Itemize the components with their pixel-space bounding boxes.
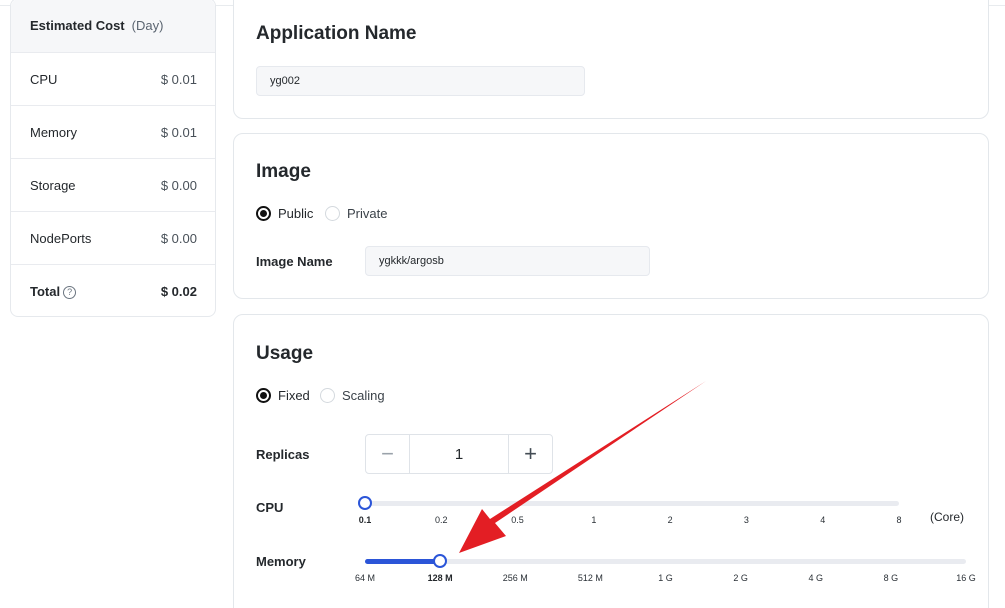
cost-row-storage: Storage $ 0.00 — [11, 159, 215, 212]
radio-unchecked-icon — [325, 206, 340, 221]
image-card: Image Public Private Image Name ygkkk/ar… — [233, 133, 989, 299]
slider-tick-label[interactable]: 3 — [744, 515, 749, 525]
cost-label: Storage — [30, 177, 76, 193]
replicas-stepper: − 1 + — [365, 434, 553, 474]
application-name-card: Application Name yg002 — [233, 0, 989, 119]
radio-public[interactable]: Public — [256, 206, 313, 221]
slider-tick-label[interactable]: 4 — [820, 515, 825, 525]
replicas-value-input[interactable]: 1 — [410, 435, 508, 473]
slider-track[interactable] — [365, 501, 899, 506]
slider-tick-label[interactable]: 1 — [591, 515, 596, 525]
slider-tick-label[interactable]: 1 G — [658, 573, 673, 583]
replicas-decrement-button[interactable]: − — [366, 435, 410, 473]
estimated-cost-period: (Day) — [131, 18, 164, 33]
slider-thumb[interactable] — [433, 554, 448, 568]
cost-row-total: Total? $ 0.02 — [11, 265, 215, 318]
slider-tick-label[interactable]: 4 G — [808, 573, 823, 583]
radio-scaling-label: Scaling — [342, 388, 385, 403]
cost-value: $ 0.00 — [160, 230, 197, 246]
slider-thumb[interactable] — [358, 496, 372, 510]
slider-tick-label[interactable]: 8 — [896, 515, 901, 525]
image-title: Image — [256, 161, 311, 182]
application-name-input[interactable]: yg002 — [256, 66, 585, 96]
slider-tick-label[interactable]: 2 — [668, 515, 673, 525]
slider-tick-label[interactable]: 16 G — [956, 573, 976, 583]
cost-value: $ 0.01 — [160, 124, 197, 140]
cost-row-memory: Memory $ 0.01 — [11, 106, 215, 159]
replicas-increment-button[interactable]: + — [508, 435, 552, 473]
cost-label: NodePorts — [30, 230, 92, 246]
radio-public-label: Public — [278, 206, 314, 221]
estimated-cost-title: Estimated Cost — [30, 18, 125, 33]
slider-track[interactable] — [365, 559, 966, 564]
estimated-cost-header: Estimated Cost (Day) — [11, 0, 215, 53]
cost-row-cpu: CPU $ 0.01 — [11, 53, 215, 106]
usage-card: Usage Fixed Scaling Replicas − 1 + CPU (… — [233, 314, 989, 608]
slider-fill — [365, 559, 441, 564]
slider-tick-label[interactable]: 0.2 — [435, 515, 448, 525]
slider-tick-label[interactable]: 0.5 — [511, 515, 524, 525]
cost-total-label-group: Total? — [30, 284, 77, 299]
slider-tick-label[interactable]: 512 M — [578, 573, 603, 583]
slider-tick-label[interactable]: 256 M — [503, 573, 528, 583]
application-name-title: Application Name — [256, 23, 417, 44]
radio-checked-icon — [256, 388, 271, 403]
cost-label: Memory — [30, 124, 77, 140]
radio-fixed-label: Fixed — [278, 388, 310, 403]
radio-scaling[interactable]: Scaling — [320, 388, 385, 403]
cost-value: $ 0.01 — [160, 71, 197, 87]
radio-fixed[interactable]: Fixed — [256, 388, 310, 403]
radio-unchecked-icon — [320, 388, 335, 403]
memory-label: Memory — [256, 554, 306, 569]
help-icon[interactable]: ? — [63, 286, 77, 299]
radio-checked-icon — [256, 206, 271, 221]
cpu-label: CPU — [256, 500, 284, 515]
cost-total-label: Total — [30, 284, 61, 299]
image-name-label: Image Name — [256, 254, 333, 269]
slider-tick-label[interactable]: 128 M — [428, 573, 453, 583]
cost-total-value: $ 0.02 — [160, 284, 197, 299]
estimated-cost-panel: Estimated Cost (Day) CPU $ 0.01 Memory $… — [10, 0, 216, 317]
radio-private[interactable]: Private — [325, 206, 387, 221]
image-name-input[interactable]: ygkkk/argosb — [365, 246, 650, 276]
cost-value: $ 0.00 — [160, 177, 197, 193]
cost-label: CPU — [30, 71, 58, 87]
usage-title: Usage — [256, 343, 314, 364]
slider-tick-label[interactable]: 8 G — [884, 573, 899, 583]
slider-tick-label[interactable]: 64 M — [355, 573, 375, 583]
slider-tick-label[interactable]: 0.1 — [359, 515, 372, 525]
slider-tick-label[interactable]: 2 G — [733, 573, 748, 583]
radio-private-label: Private — [347, 206, 388, 221]
replicas-label: Replicas — [256, 447, 310, 462]
cpu-unit-label: (Core) — [930, 510, 965, 524]
cost-row-nodeports: NodePorts $ 0.00 — [11, 212, 215, 265]
